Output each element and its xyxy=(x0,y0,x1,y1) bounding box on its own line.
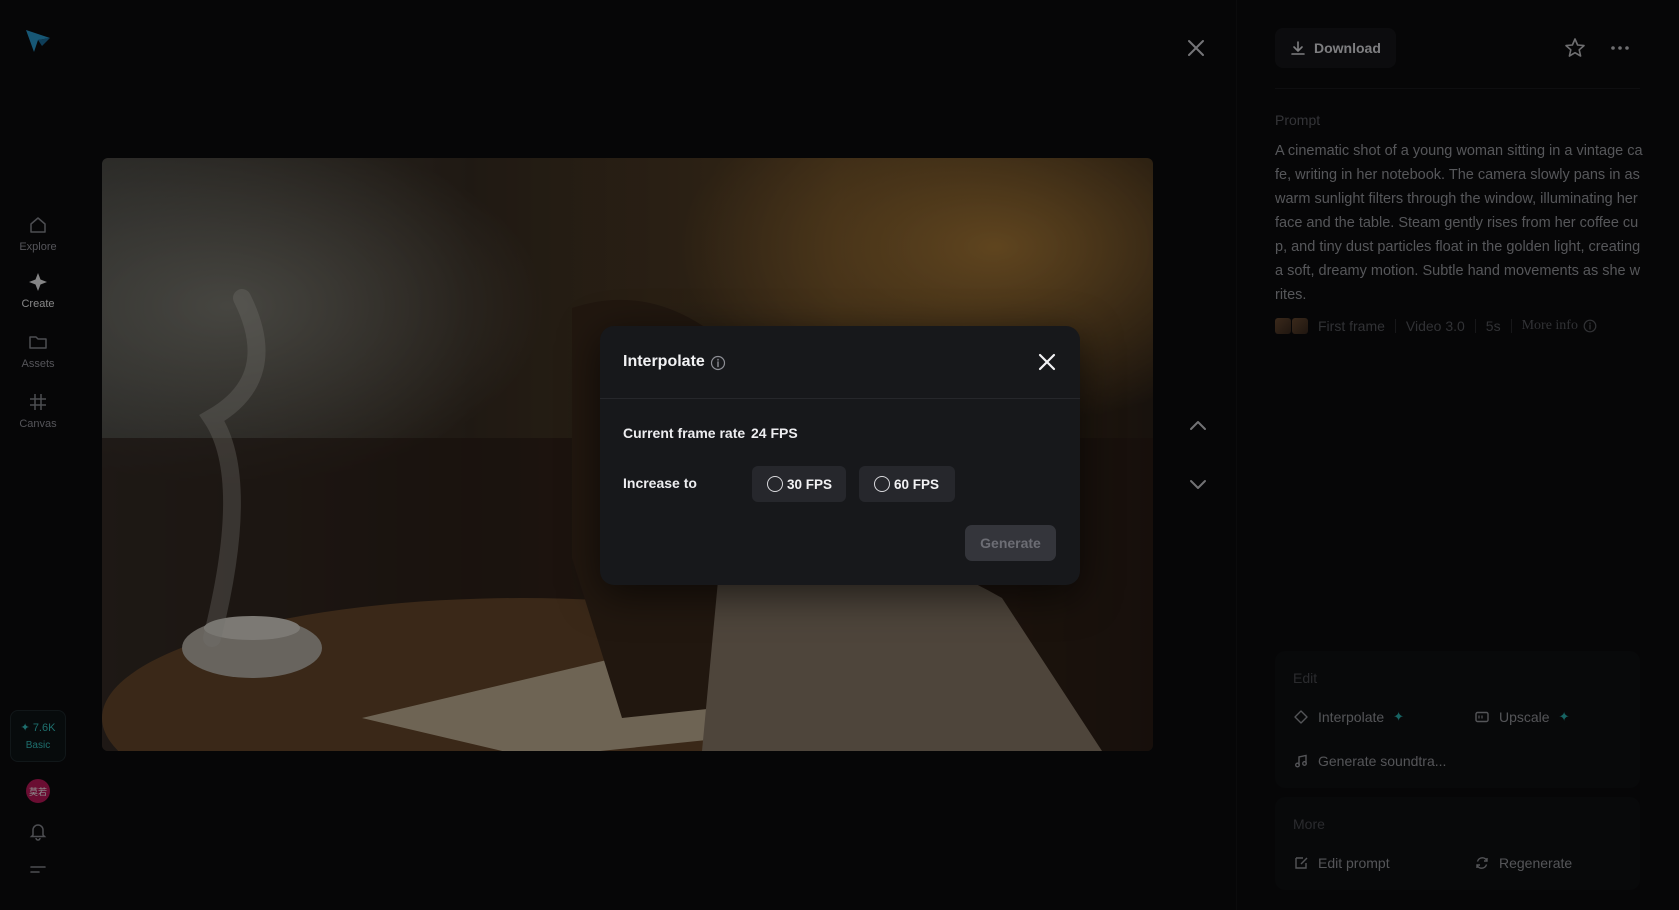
app-root: Explore Create Assets Canvas ✦ 7.6K Basi… xyxy=(0,0,1679,910)
modal-divider xyxy=(600,398,1080,399)
fps-option-label: 30 FPS xyxy=(787,476,833,492)
radio-icon[interactable] xyxy=(767,476,783,492)
interpolate-modal: Interpolate Current frame rate 24 FPS In… xyxy=(600,326,1080,585)
current-frame-rate-value: 24 FPS xyxy=(751,425,798,441)
radio-icon[interactable] xyxy=(874,476,890,492)
increase-to-label: Increase to xyxy=(623,475,697,491)
fps-option-60[interactable]: 60 FPS xyxy=(859,466,955,502)
modal-title: Interpolate xyxy=(623,353,705,370)
generate-button[interactable]: Generate xyxy=(965,525,1056,561)
fps-option-30[interactable]: 30 FPS xyxy=(752,466,846,502)
fps-option-label: 60 FPS xyxy=(894,476,940,492)
current-frame-rate-label: Current frame rate xyxy=(623,425,746,441)
close-icon[interactable] xyxy=(1036,351,1058,373)
info-icon[interactable] xyxy=(710,355,726,371)
